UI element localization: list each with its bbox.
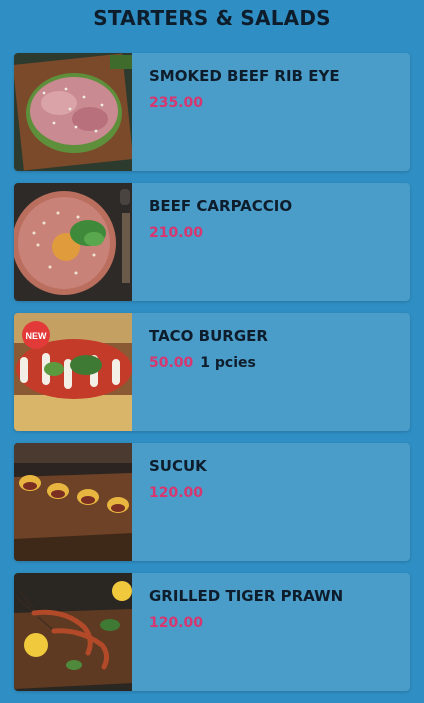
- menu-item-taco-burger[interactable]: NEW TACO BURGER 50.00 1 pcies: [14, 313, 410, 431]
- new-badge: NEW: [26, 331, 48, 341]
- menu-item-name: SUCUK: [149, 457, 207, 475]
- menu-item-name: BEEF CARPACCIO: [149, 197, 293, 215]
- menu-item-price: 210.00: [149, 225, 204, 241]
- menu-item-grilled-tiger-prawn[interactable]: GRILLED TIGER PRAWN 120.00: [14, 573, 410, 691]
- beef-carpaccio-image: [14, 183, 132, 301]
- menu-list: SMOKED BEEF RIB EYE 235.00 BEEF CARPACCI…: [14, 53, 410, 703]
- menu-item-smoked-beef-rib-eye[interactable]: SMOKED BEEF RIB EYE 235.00: [14, 53, 410, 171]
- menu-item-note: 1 pcies: [200, 355, 256, 371]
- sucuk-image: [14, 443, 132, 561]
- smoked-beef-rib-eye-image: [14, 53, 132, 171]
- menu-item-beef-carpaccio[interactable]: BEEF CARPACCIO 210.00: [14, 183, 410, 301]
- page-title: STARTERS & SALADS: [93, 6, 331, 30]
- menu-item-price-row: 120.00: [149, 485, 203, 501]
- menu-item-price: 120.00: [149, 615, 204, 631]
- grilled-tiger-prawn-image: [14, 573, 132, 691]
- menu-item-sucuk[interactable]: SUCUK 120.00: [14, 443, 410, 561]
- menu-item-price-row: 120.00: [149, 615, 203, 631]
- menu-item-price-row: 210.00: [149, 225, 203, 241]
- menu-item-price: 120.00: [149, 485, 204, 501]
- taco-burger-image: NEW: [14, 313, 132, 431]
- menu-item-name: SMOKED BEEF RIB EYE: [149, 67, 340, 85]
- menu-item-name: TACO BURGER: [149, 327, 268, 345]
- menu-item-price-row: 235.00: [149, 95, 203, 111]
- menu-item-name: GRILLED TIGER PRAWN: [149, 587, 344, 605]
- menu-item-price: 50.00: [149, 355, 194, 371]
- menu-item-price-row: 50.00 1 pcies: [149, 355, 256, 371]
- menu-item-price: 235.00: [149, 95, 204, 111]
